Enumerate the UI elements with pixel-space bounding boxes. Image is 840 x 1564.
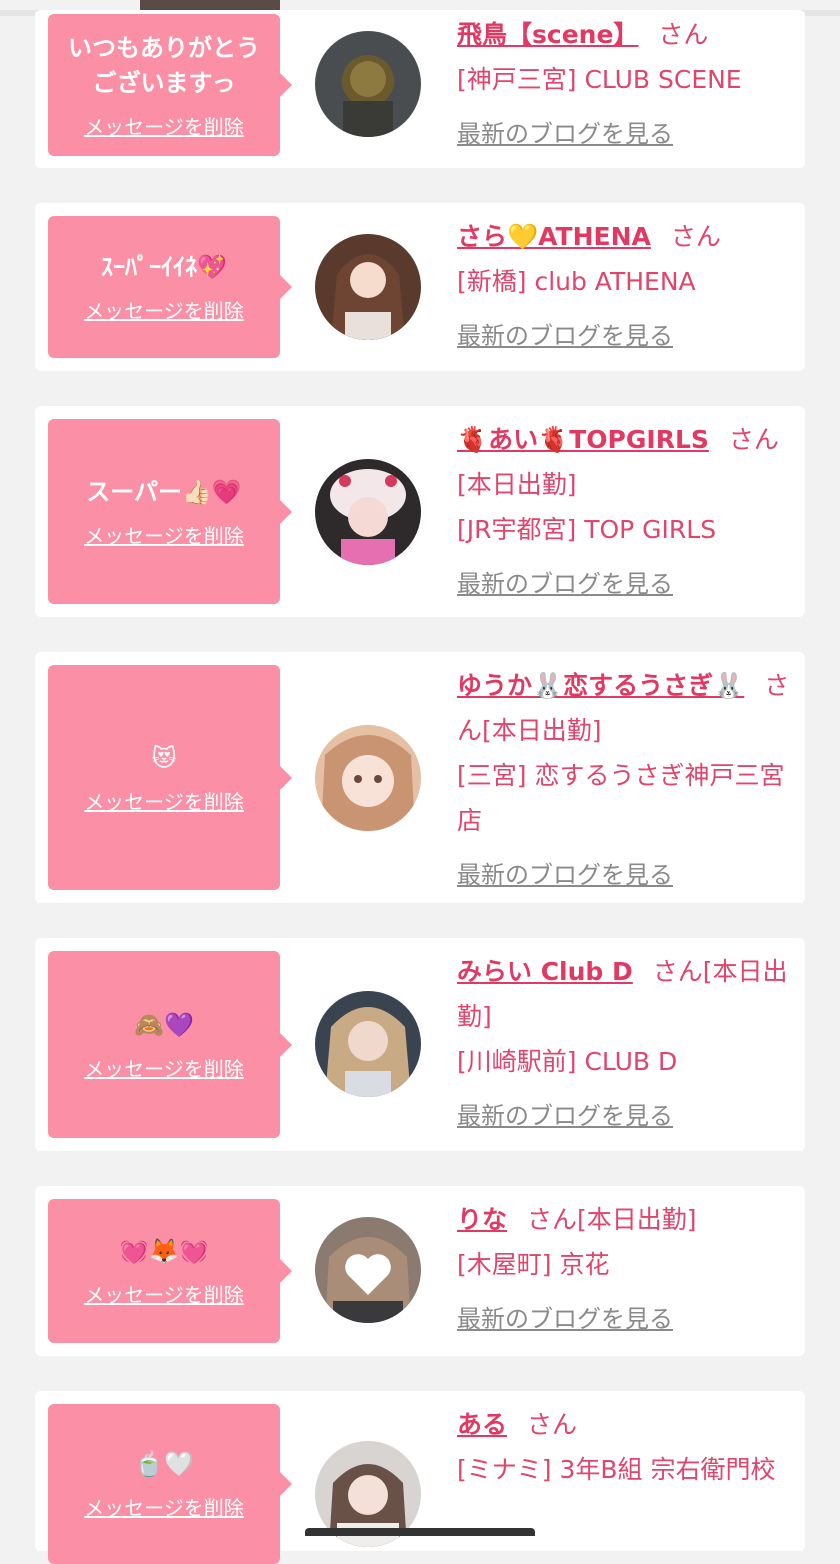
cast-info: りな さん[本日出勤] [木屋町] 京花 最新のブログを見る — [457, 1197, 792, 1342]
honorific: さん[本日出勤] — [527, 1205, 697, 1234]
cast-name-link[interactable]: りな — [457, 1205, 507, 1234]
cast-info: ある さん [ミナミ] 3年B組 宗右衛門校 — [457, 1402, 792, 1492]
shop-label: [木屋町] 京花 — [457, 1250, 610, 1279]
delete-message-link[interactable]: メッセージを削除 — [84, 111, 244, 140]
message-card: 🍵🤍 メッセージを削除 ある さん [ミナミ] 3年B組 宗右衛門校 — [35, 1391, 805, 1564]
message-text: ｽｰﾊﾟｰｲｲﾈ💖 — [101, 253, 227, 281]
cast-info: ゆうか🐰恋するうさぎ🐰 さん[本日出勤] [三宮] 恋するうさぎ神戸三宮店 最新の… — [457, 663, 792, 898]
latest-blog-link[interactable]: 最新のブログを見る — [457, 1297, 673, 1342]
cast-info: みらい Club D さん[本日出勤] [川崎駅前] CLUB D 最新のブログを… — [457, 949, 792, 1139]
message-text: 😻 — [151, 743, 177, 772]
avatar[interactable] — [315, 725, 421, 831]
avatar[interactable] — [315, 31, 421, 137]
shop-label: [ミナミ] 3年B組 宗右衛門校 — [457, 1455, 776, 1484]
latest-blog-link[interactable]: 最新のブログを見る — [457, 112, 673, 157]
message-card: ｽｰﾊﾟｰｲｲﾈ💖 メッセージを削除 さら💛ATHENA さん [新橋] club… — [35, 203, 805, 371]
delete-message-link[interactable]: メッセージを削除 — [84, 1279, 244, 1308]
shop-label: [神戸三宮] CLUB SCENE — [457, 65, 742, 94]
cast-name-link[interactable]: さら💛ATHENA — [457, 222, 651, 251]
message-bubble: 💓🦊💓 メッセージを削除 — [48, 1199, 292, 1343]
cast-info: さら💛ATHENA さん [新橋] club ATHENA 最新のブログを見る — [457, 214, 792, 359]
shop-label: [新橋] club ATHENA — [457, 267, 696, 296]
avatar[interactable] — [315, 991, 421, 1097]
delete-message-link[interactable]: メッセージを削除 — [84, 1492, 244, 1521]
message-bubble: 😻 メッセージを削除 — [48, 665, 292, 890]
message-card: 💓🦊💓 メッセージを削除 りな さん[本日出勤] [木屋町] 京花 最新のブログを… — [35, 1186, 805, 1356]
latest-blog-link[interactable]: 最新のブログを見る — [457, 314, 673, 359]
delete-message-link[interactable]: メッセージを削除 — [84, 786, 244, 815]
message-text: 🍵🤍 — [134, 1450, 194, 1478]
shop-label: [JR宇都宮] TOP GIRLS — [457, 515, 717, 544]
cast-info: 飛鳥【scene】 さん [神戸三宮] CLUB SCENE 最新のブログを見る — [457, 12, 792, 157]
delete-message-link[interactable]: メッセージを削除 — [84, 520, 244, 549]
message-card: スーパー👍🏻💗 メッセージを削除 🫀あい🫀TOPGIRLS さん[本日出勤] [J… — [35, 406, 805, 617]
cast-name-link[interactable]: 飛鳥【scene】 — [457, 20, 638, 49]
message-bubble: 🍵🤍 メッセージを削除 — [48, 1404, 292, 1564]
honorific: さん — [670, 222, 721, 251]
cast-name-link[interactable]: ゆうか🐰恋するうさぎ🐰 — [457, 671, 744, 700]
message-text: 💓🦊💓 — [119, 1237, 209, 1265]
cast-name-link[interactable]: 🫀あい🫀TOPGIRLS — [457, 425, 709, 454]
avatar[interactable] — [315, 459, 421, 565]
message-text: スーパー👍🏻💗 — [86, 477, 242, 506]
shop-label: [川崎駅前] CLUB D — [457, 1047, 678, 1076]
cast-info: 🫀あい🫀TOPGIRLS さん[本日出勤] [JR宇都宮] TOP GIRLS 最… — [457, 417, 792, 607]
home-indicator-fragment — [305, 1528, 535, 1536]
latest-blog-link[interactable]: 最新のブログを見る — [457, 562, 673, 607]
message-text: 🙈💜 — [134, 1010, 194, 1039]
cast-name-link[interactable]: みらい Club D — [457, 957, 633, 986]
honorific: さん — [527, 1410, 578, 1439]
message-card: 😻 メッセージを削除 ゆうか🐰恋するうさぎ🐰 さん[本日出勤] [三宮] 恋するう… — [35, 652, 805, 903]
message-bubble: ｽｰﾊﾟｰｲｲﾈ💖 メッセージを削除 — [48, 216, 292, 358]
delete-message-link[interactable]: メッセージを削除 — [84, 1053, 244, 1082]
top-toolbar-fragment — [140, 0, 280, 10]
latest-blog-link[interactable]: 最新のブログを見る — [457, 853, 673, 898]
shop-label: [三宮] 恋するうさぎ神戸三宮店 — [457, 761, 785, 835]
message-text: いつもありがとう ございますっ — [68, 33, 260, 97]
avatar[interactable] — [315, 234, 421, 340]
message-bubble: 🙈💜 メッセージを削除 — [48, 951, 292, 1138]
message-bubble: いつもありがとう ございますっ メッセージを削除 — [48, 14, 292, 156]
honorific: さん — [658, 20, 709, 49]
latest-blog-link[interactable]: 最新のブログを見る — [457, 1094, 673, 1139]
delete-message-link[interactable]: メッセージを削除 — [84, 295, 244, 324]
message-card: いつもありがとう ございますっ メッセージを削除 飛鳥【scene】 さん [神戸… — [35, 10, 805, 168]
avatar[interactable] — [315, 1217, 421, 1323]
message-card: 🙈💜 メッセージを削除 みらい Club D さん[本日出勤] [川崎駅前] CL… — [35, 938, 805, 1151]
message-bubble: スーパー👍🏻💗 メッセージを削除 — [48, 419, 292, 604]
cast-name-link[interactable]: ある — [457, 1410, 507, 1439]
